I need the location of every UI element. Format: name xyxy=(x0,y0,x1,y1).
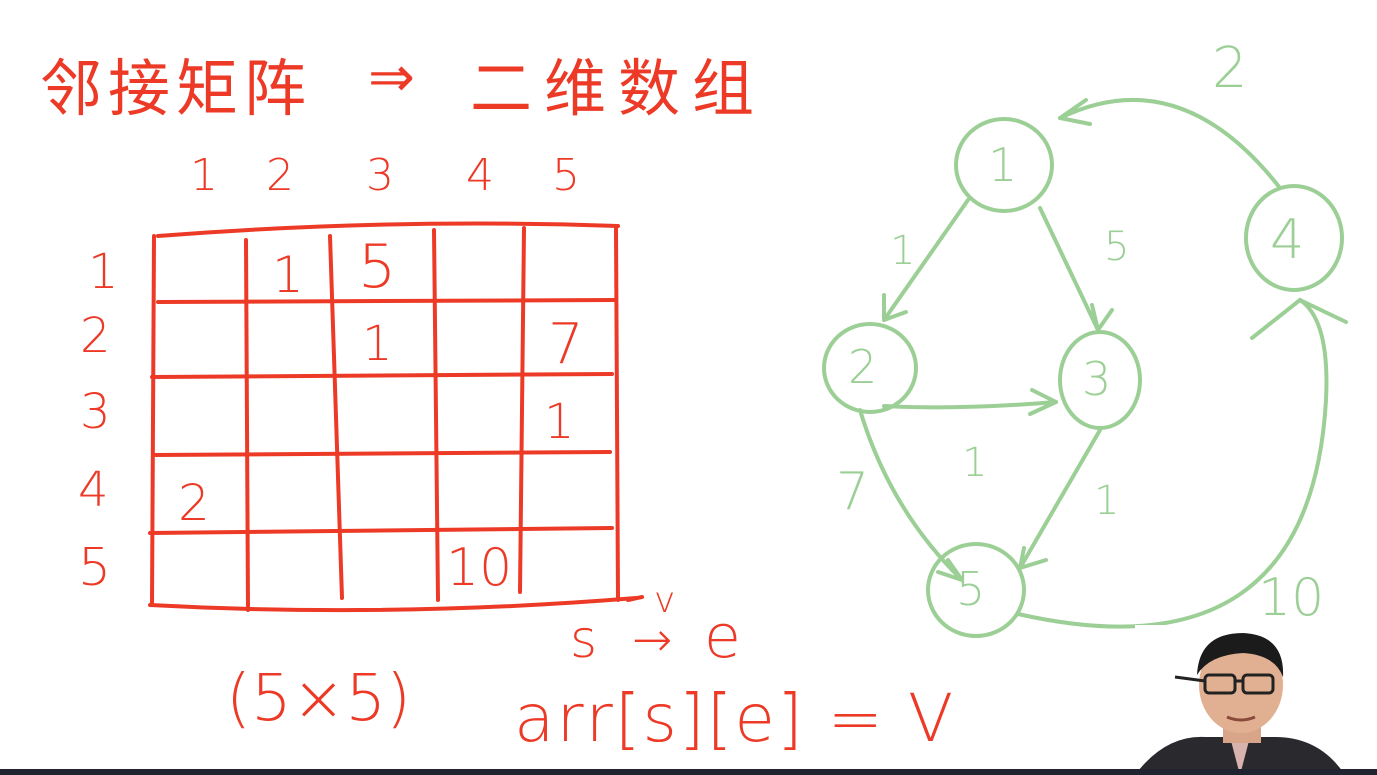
weight-2-5: 7 xyxy=(836,462,870,522)
weight-5-4: 10 xyxy=(1258,568,1325,628)
weight-2-3: 1 xyxy=(962,440,988,486)
weight-1-2: 1 xyxy=(890,228,916,274)
presenter-webcam xyxy=(1135,625,1345,775)
node-4-label: 4 xyxy=(1270,208,1305,271)
bottom-bar xyxy=(0,769,1377,775)
weight-4-1: 2 xyxy=(1212,36,1248,101)
weight-3-5: 1 xyxy=(1094,478,1120,524)
node-1-label: 1 xyxy=(988,138,1018,192)
node-3-label: 3 xyxy=(1082,352,1112,406)
weight-1-3: 5 xyxy=(1104,224,1130,270)
node-2-label: 2 xyxy=(848,340,878,394)
node-5-label: 5 xyxy=(956,562,986,616)
